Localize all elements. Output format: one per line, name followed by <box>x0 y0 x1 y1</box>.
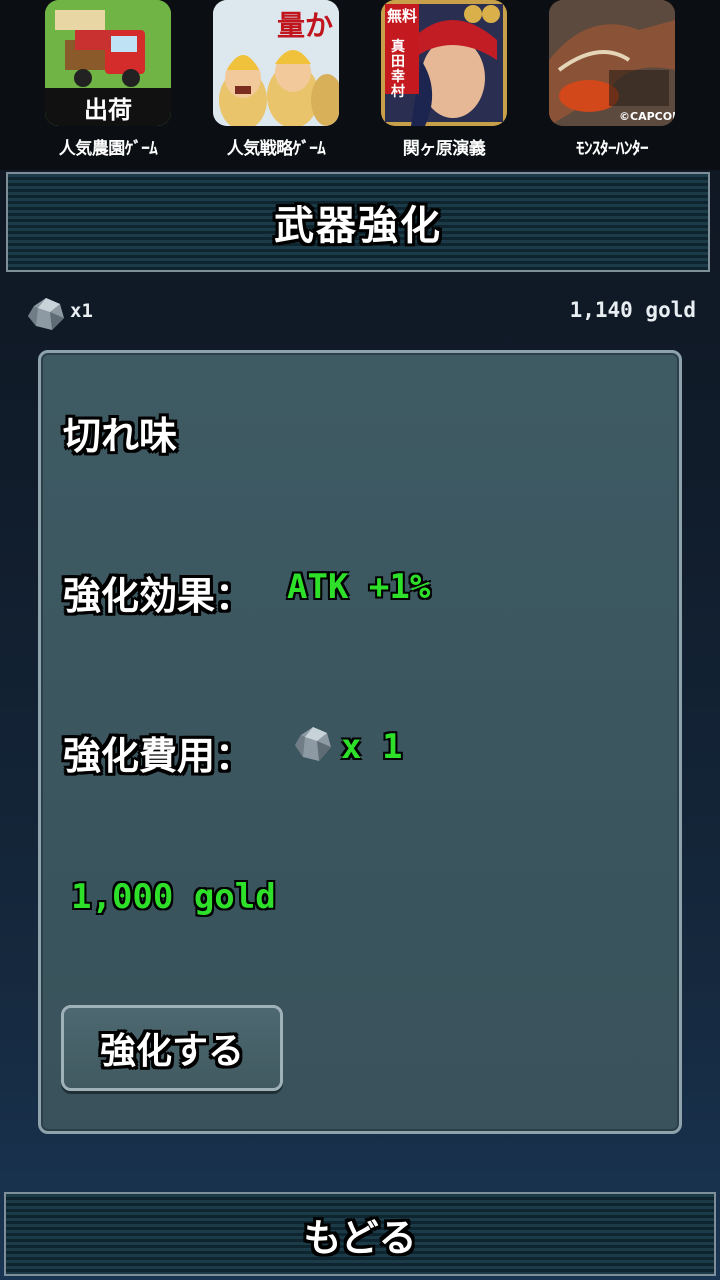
strategy-badge: 量か <box>277 9 334 42</box>
ad-caption: 人気戦略ｹﾞｰﾑ <box>226 139 326 159</box>
farm-game-thumbnail[interactable]: 出荷 <box>45 0 171 126</box>
cost-ore-icon <box>293 725 333 763</box>
cost-label: 強化費用： <box>63 734 254 778</box>
enhance-button[interactable]: 強化する <box>61 1005 283 1091</box>
sekigahara-thumbnail[interactable]: 無料 真田幸村 <box>381 0 507 126</box>
ad-farm-game[interactable]: 出荷 人気農園ｹﾞｰﾑ <box>43 0 173 165</box>
ad-bar: 出荷 人気農園ｹﾞｰﾑ 量か 人気戦略ｹﾞｰﾑ 無料 真田幸村 関ヶ原演義 ©C… <box>0 0 720 170</box>
capcom-badge: ©CAPCOM <box>619 110 675 123</box>
ad-caption: ﾓﾝｽﾀｰﾊﾝﾀｰ <box>576 139 649 159</box>
character-name-badge: 真田幸村 <box>391 39 405 100</box>
page-title: 武器強化 <box>274 203 442 249</box>
strategy-game-thumbnail[interactable]: 量か <box>213 0 339 126</box>
free-badge: 無料 <box>387 7 418 25</box>
back-button-label: もどる <box>303 1215 417 1260</box>
ad-sekigahara[interactable]: 無料 真田幸村 関ヶ原演義 <box>379 0 509 165</box>
cost-gold: 1,000 gold <box>71 877 276 917</box>
dragon-icon <box>549 0 675 126</box>
title-banner: 武器強化 <box>6 172 710 272</box>
enhance-button-label: 強化する <box>99 1031 244 1072</box>
app-root: 出荷 人気農園ｹﾞｰﾑ 量か 人気戦略ｹﾞｰﾑ 無料 真田幸村 関ヶ原演義 ©C… <box>0 0 720 1280</box>
ore-icon <box>26 296 66 332</box>
ad-monster-hunter[interactable]: ©CAPCOM ﾓﾝｽﾀｰﾊﾝﾀｰ <box>547 0 677 165</box>
ad-caption: 関ヶ原演義 <box>402 139 486 159</box>
cost-ore-quantity: x 1 <box>341 727 403 767</box>
effect-value: ATK +1% <box>287 567 431 607</box>
effect-label: 強化効果： <box>63 574 254 618</box>
back-button[interactable]: もどる <box>4 1192 716 1276</box>
item-name: 切れ味 <box>63 414 178 458</box>
ad-caption: 人気農園ｹﾞｰﾑ <box>58 139 158 159</box>
farm-badge: 出荷 <box>84 96 132 124</box>
gold-total: 1,140 gold <box>569 298 696 322</box>
enhancement-panel: 切れ味 強化効果： ATK +1% 強化費用： x 1 1,000 gold 強… <box>38 350 682 1134</box>
status-row: x1 1,140 gold <box>0 292 720 332</box>
ad-strategy-game[interactable]: 量か 人気戦略ｹﾞｰﾑ <box>211 0 341 165</box>
ore-count: x1 <box>70 300 93 322</box>
monster-hunter-thumbnail[interactable]: ©CAPCOM <box>549 0 675 126</box>
